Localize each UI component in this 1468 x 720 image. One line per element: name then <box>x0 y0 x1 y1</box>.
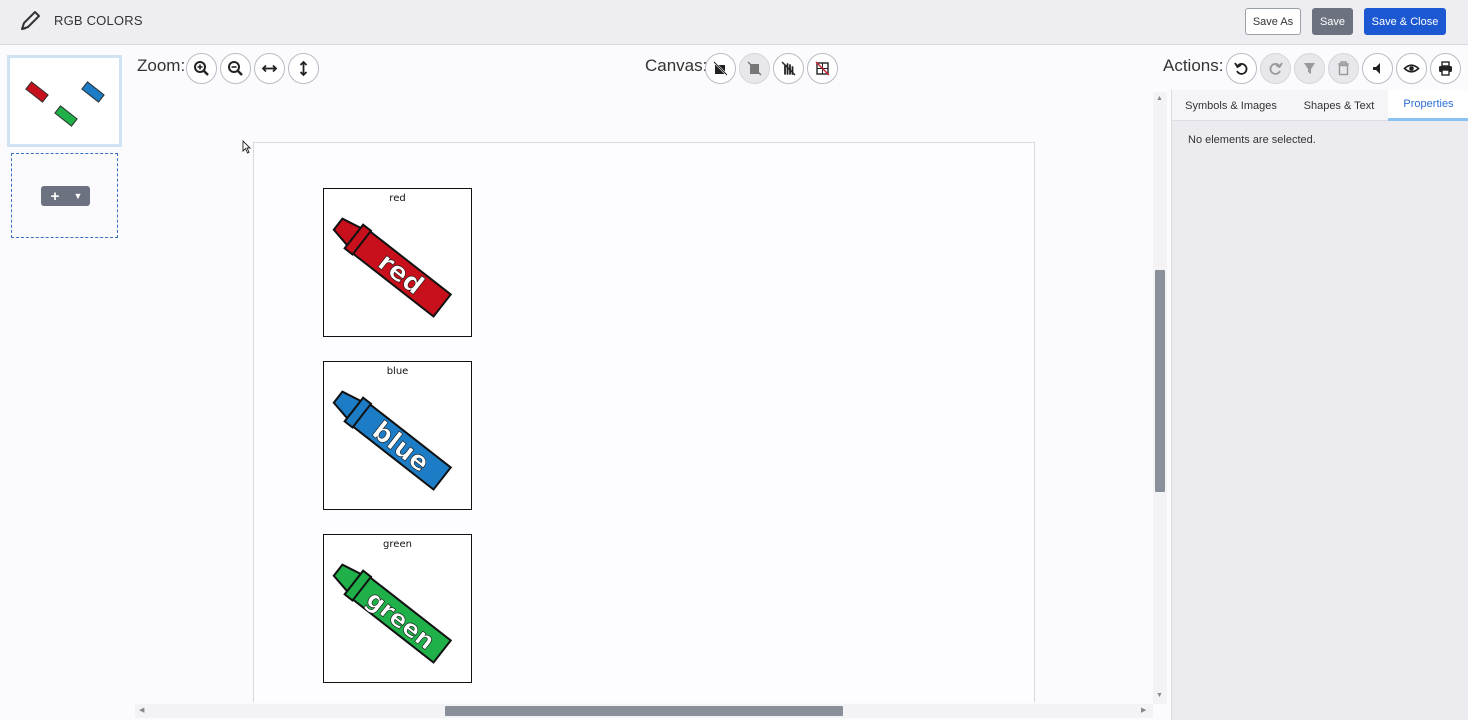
pencil-icon <box>21 11 40 30</box>
tab-properties[interactable]: Properties <box>1388 90 1468 121</box>
undo-icon <box>1234 62 1248 75</box>
thumbnail-crayon-red <box>25 81 49 103</box>
crayon-text: green <box>361 585 440 655</box>
zoom-in-icon <box>194 61 209 76</box>
vertical-scroll-thumb[interactable] <box>1155 270 1165 492</box>
print-button[interactable] <box>1430 53 1461 84</box>
plus-icon: + <box>50 187 60 205</box>
canvas-page[interactable]: red red blue blue green green <box>253 142 1035 702</box>
add-page-area: + ▼ <box>11 153 118 238</box>
delete-icon <box>1338 61 1349 76</box>
save-as-button[interactable]: Save As <box>1245 8 1301 35</box>
tab-symbols-images[interactable]: Symbols & Images <box>1172 90 1290 121</box>
format-painter-icon <box>1304 63 1315 74</box>
empty-selection-message: No elements are selected. <box>1188 134 1316 146</box>
fit-height-button[interactable] <box>288 53 319 84</box>
card-label: blue <box>386 366 409 377</box>
zoom-out-button[interactable] <box>220 53 251 84</box>
properties-panel: Symbols & Images Shapes & Text Propertie… <box>1171 90 1468 720</box>
save-button[interactable]: Save <box>1312 8 1353 35</box>
zoom-label: Zoom: <box>137 56 186 75</box>
speak-button[interactable] <box>1362 53 1393 84</box>
print-icon <box>1439 61 1452 76</box>
canvas-select-button[interactable] <box>705 53 736 84</box>
scroll-down-icon[interactable]: ▼ <box>1156 692 1163 699</box>
save-and-close-button[interactable]: Save & Close <box>1364 8 1446 35</box>
canvas-grid-button[interactable] <box>807 53 838 84</box>
canvas-background-button[interactable] <box>739 53 770 84</box>
canvas-grid-icon <box>815 61 830 76</box>
add-page-button[interactable]: + ▼ <box>41 186 90 206</box>
card-label: red <box>389 193 406 204</box>
horizontal-scroll-thumb[interactable] <box>445 706 843 716</box>
blue-crayon-image: blue <box>332 390 453 491</box>
scroll-right-icon[interactable]: ▶ <box>1141 706 1146 714</box>
red-crayon-image: red <box>332 217 453 318</box>
preview-icon <box>1403 64 1420 73</box>
scroll-left-icon[interactable]: ◀ <box>139 706 144 714</box>
editor-toolbar: Zoom: Canvas: Actions: <box>130 46 1468 90</box>
canvas-label: Canvas: <box>645 56 708 75</box>
redo-icon <box>1269 62 1283 75</box>
card-label: green <box>383 539 412 550</box>
canvas-select-icon <box>713 61 728 76</box>
crayon-card-blue[interactable]: blue blue <box>323 361 472 510</box>
vertical-scrollbar[interactable]: ▲ ▼ <box>1153 92 1167 704</box>
panel-tabs: Symbols & Images Shapes & Text Propertie… <box>1172 90 1468 121</box>
undo-button[interactable] <box>1226 53 1257 84</box>
canvas-hand-button[interactable] <box>773 53 804 84</box>
thumbnail-crayon-green <box>54 105 78 127</box>
fit-width-button[interactable] <box>254 53 285 84</box>
fit-width-icon <box>261 64 278 73</box>
chevron-down-icon: ▼ <box>73 191 83 201</box>
top-bar: RGB COLORS Save As Save Save & Close <box>0 0 1468 45</box>
format-painter-button[interactable] <box>1294 53 1325 84</box>
canvas-background-icon <box>747 61 762 76</box>
delete-button[interactable] <box>1328 53 1359 84</box>
page-thumbnail[interactable] <box>7 55 122 147</box>
scroll-up-icon[interactable]: ▲ <box>1156 95 1163 102</box>
tab-shapes-text[interactable]: Shapes & Text <box>1290 90 1388 121</box>
fit-height-icon <box>299 60 308 77</box>
zoom-out-icon <box>228 61 243 76</box>
document-title: RGB COLORS <box>54 13 143 28</box>
actions-label: Actions: <box>1163 56 1224 75</box>
crayon-card-green[interactable]: green green <box>323 534 472 683</box>
horizontal-scrollbar[interactable]: ◀ ▶ <box>135 704 1153 718</box>
redo-button[interactable] <box>1260 53 1291 84</box>
mouse-cursor-icon <box>242 140 251 154</box>
crayon-card-red[interactable]: red red <box>323 188 472 337</box>
canvas-hand-icon <box>781 61 796 76</box>
thumbnail-crayon-blue <box>81 81 105 103</box>
preview-button[interactable] <box>1396 53 1427 84</box>
speak-icon <box>1373 63 1380 74</box>
canvas-area[interactable]: red red blue blue green green <box>135 92 1153 702</box>
green-crayon-image: green <box>332 563 453 664</box>
zoom-in-button[interactable] <box>186 53 217 84</box>
